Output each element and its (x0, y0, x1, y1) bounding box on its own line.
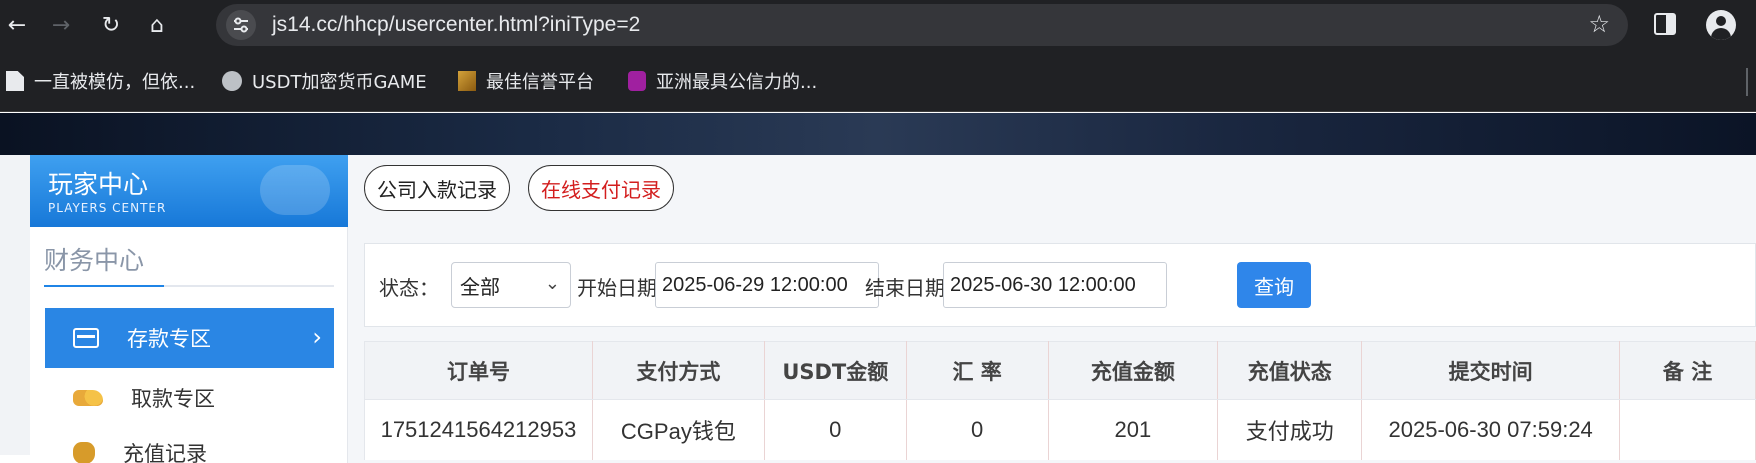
col-usdt-amount[interactable]: USDT金额 (764, 341, 907, 400)
sidebar: 玩家中心 PLAYERS CENTER 财务中心 存款专区 › 取款专区 充值记… (30, 155, 348, 463)
col-payment-method[interactable]: 支付方式 (592, 341, 765, 400)
status-label: 状态： (379, 276, 439, 300)
forward-arrow-icon[interactable]: → (44, 8, 78, 42)
start-date-input[interactable] (655, 262, 879, 308)
bookmark-item[interactable]: 一直被模仿，但依... (6, 68, 195, 94)
home-icon[interactable]: ⌂ (140, 8, 174, 42)
cell-recharge-amount: 201 (1048, 399, 1219, 460)
end-date-input[interactable] (943, 262, 1167, 308)
globe-icon (222, 71, 242, 91)
status-select[interactable]: 全部 ⌄ (451, 262, 571, 308)
back-arrow-icon[interactable]: ← (0, 8, 34, 42)
page-gutter (0, 155, 30, 455)
record-tabs: 公司入款记录 在线支付记录 (348, 155, 1756, 227)
bookmark-star-icon[interactable]: ☆ (1588, 10, 1610, 38)
sidebar-title: 玩家中心 (48, 170, 149, 199)
browser-toolbar: ← → ↻ ⌂ js14.cc/hhcp/usercenter.html?ini… (0, 0, 1756, 50)
cell-usdt-amount: 0 (764, 399, 907, 460)
sidebar-item-deposit[interactable]: 存款专区 › (45, 308, 334, 368)
tab-company-deposit[interactable]: 公司入款记录 (364, 165, 510, 211)
money-bag-icon (73, 442, 95, 463)
chevron-right-icon: › (312, 323, 322, 351)
sidebar-header: 玩家中心 PLAYERS CENTER (30, 155, 348, 227)
col-order-number[interactable]: 订单号 (364, 341, 593, 400)
cell-exchange-rate: 0 (906, 399, 1049, 460)
bookmark-item[interactable]: 最佳信誉平台 (458, 68, 594, 94)
gamepad-icon (260, 165, 330, 215)
filter-bar: 状态： 全部 ⌄ 开始日期: 结束日期: 查询 (364, 243, 1756, 327)
table-header-row: 订单号 支付方式 USDT金额 汇 率 充值金额 充值状态 提交时间 备 注 (364, 341, 1756, 400)
cell-payment-method: CGPay钱包 (592, 399, 765, 460)
sidebar-subtitle: PLAYERS CENTER (48, 201, 167, 215)
col-recharge-status[interactable]: 充值状态 (1217, 341, 1363, 400)
sidebar-item-recharge-records[interactable]: 充值记录 (45, 423, 334, 463)
section-underline (44, 285, 334, 287)
start-date-label: 开始日期: (577, 276, 664, 300)
bookmark-item[interactable]: 亚洲最具公信力的... (628, 68, 817, 94)
address-bar[interactable]: js14.cc/hhcp/usercenter.html?iniType=2 ☆ (216, 4, 1628, 46)
side-panel-icon[interactable] (1654, 13, 1676, 35)
reload-icon[interactable]: ↻ (94, 8, 128, 42)
bookmarks-separator (1746, 68, 1748, 96)
section-title: 财务中心 (44, 246, 145, 275)
cell-recharge-status: 支付成功 (1217, 399, 1363, 460)
coin-hand-icon (73, 390, 103, 406)
table-row[interactable]: 1751241564212953 CGPay钱包 0 0 201 支付成功 20… (364, 399, 1756, 460)
bookmark-item[interactable]: USDT加密货币GAME (222, 68, 427, 94)
cell-submit-time: 2025-06-30 07:59:24 (1361, 399, 1621, 460)
tab-online-payment[interactable]: 在线支付记录 (528, 165, 674, 211)
chevron-down-icon: ⌄ (544, 273, 560, 294)
url-text[interactable]: js14.cc/hhcp/usercenter.html?iniType=2 (272, 13, 640, 37)
brand-icon (458, 71, 476, 91)
page-content: 玩家中心 PLAYERS CENTER 财务中心 存款专区 › 取款专区 充值记… (0, 113, 1756, 463)
col-recharge-amount[interactable]: 充值金额 (1048, 341, 1219, 400)
profile-avatar-icon[interactable] (1706, 10, 1736, 40)
col-remarks[interactable]: 备 注 (1619, 341, 1756, 400)
header-banner (0, 113, 1756, 155)
col-exchange-rate[interactable]: 汇 率 (906, 341, 1049, 400)
card-icon (73, 328, 99, 348)
records-table: 订单号 支付方式 USDT金额 汇 率 充值金额 充值状态 提交时间 备 注 1… (364, 341, 1756, 460)
sidebar-item-withdraw[interactable]: 取款专区 (45, 368, 334, 428)
atom-icon (628, 71, 646, 91)
main-panel: 公司入款记录 在线支付记录 状态： 全部 ⌄ 开始日期: 结束日期: 查询 订单… (348, 155, 1756, 463)
document-icon (6, 71, 24, 91)
query-button[interactable]: 查询 (1237, 262, 1311, 308)
end-date-label: 结束日期: (865, 276, 952, 300)
bookmarks-bar: 一直被模仿，但依... USDT加密货币GAME 最佳信誉平台 亚洲最具公信力的… (0, 50, 1756, 112)
cell-order-number: 1751241564212953 (364, 399, 593, 460)
site-info-icon[interactable] (226, 10, 256, 40)
cell-remarks (1619, 399, 1756, 460)
col-submit-time[interactable]: 提交时间 (1361, 341, 1621, 400)
